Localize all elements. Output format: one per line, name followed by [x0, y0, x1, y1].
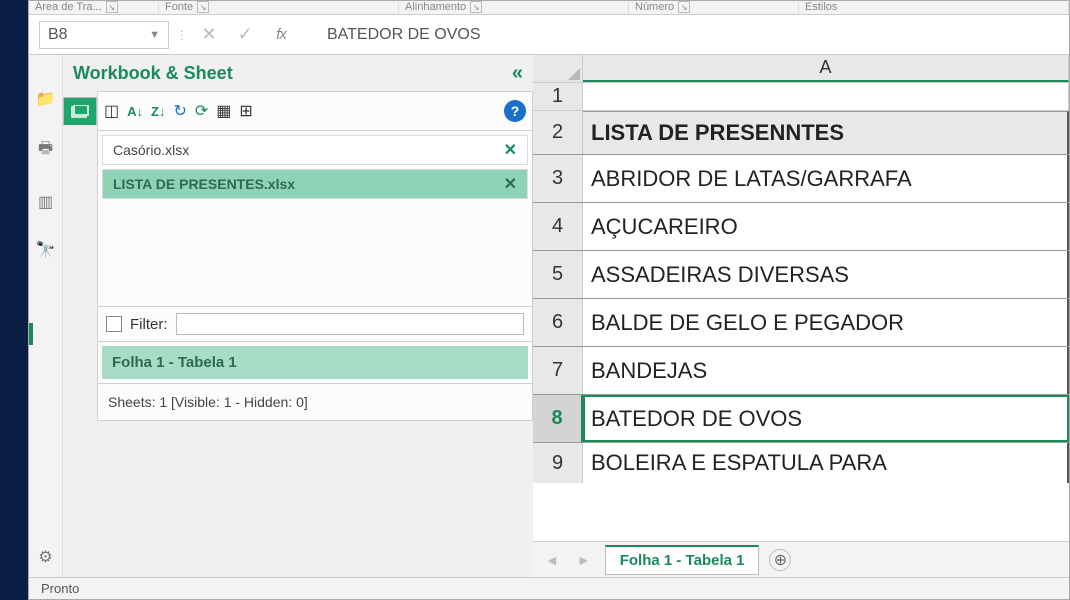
- reload-icon[interactable]: ⟳: [195, 101, 208, 121]
- ribbon-group-font: Fonte↘: [159, 1, 399, 14]
- workbook-item-active[interactable]: LISTA DE PRESENTES.xlsx ✕: [102, 169, 528, 199]
- row-header[interactable]: 7: [533, 347, 583, 394]
- tab-nav-right-icon[interactable]: ►: [573, 552, 595, 568]
- ribbon-group-styles: Estilos: [799, 1, 1069, 14]
- ribbon-group-clipboard: Área de Tra...↘: [29, 1, 159, 14]
- sheet-stats: Sheets: 1 [Visible: 1 - Hidden: 0]: [97, 384, 533, 421]
- sheet-item-active[interactable]: Folha 1 - Tabela 1: [102, 346, 528, 379]
- ribbon-group-labels: Área de Tra...↘ Fonte↘ Alinhamento↘ Núme…: [29, 1, 1069, 15]
- collapse-panel-icon[interactable]: «: [512, 62, 523, 85]
- row-header[interactable]: 1: [533, 83, 583, 110]
- workbook-sheet-panel: Workbook & Sheet « ◫ A↓ Z↓ ↻ ⟳ ▦ ⊞ ?: [63, 55, 533, 577]
- status-bar: Pronto: [29, 577, 1069, 599]
- row-header[interactable]: 5: [533, 251, 583, 298]
- cell[interactable]: BOLEIRA E ESPATULA PARA: [583, 443, 1069, 483]
- table-row: 5 ASSADEIRAS DIVERSAS: [533, 251, 1069, 299]
- dialog-launcher-icon[interactable]: ↘: [106, 1, 118, 13]
- column-header-A[interactable]: A: [583, 55, 1069, 82]
- table-row: 1: [533, 83, 1069, 111]
- printer-icon[interactable]: 🖶: [38, 137, 53, 164]
- row-header[interactable]: 6: [533, 299, 583, 346]
- grid-plus-icon[interactable]: ⊞: [239, 101, 252, 121]
- workbook-list: Casório.xlsx ✕ LISTA DE PRESENTES.xlsx ✕: [97, 131, 533, 307]
- dialog-launcher-icon[interactable]: ↘: [197, 1, 209, 13]
- filter-checkbox[interactable]: [106, 316, 122, 332]
- row-header[interactable]: 4: [533, 203, 583, 250]
- tab-nav-left-icon[interactable]: ◄: [541, 552, 563, 568]
- panel-toolbar-row: ◫ A↓ Z↓ ↻ ⟳ ▦ ⊞ ?: [63, 91, 533, 131]
- cancel-formula-icon[interactable]: ✕: [195, 21, 223, 49]
- workbook-name: LISTA DE PRESENTES.xlsx: [113, 176, 295, 192]
- workbook-name: Casório.xlsx: [113, 142, 189, 158]
- filter-input[interactable]: [176, 313, 525, 335]
- formula-bar-value[interactable]: BATEDOR DE OVOS: [303, 26, 1059, 44]
- chevron-down-icon[interactable]: ▼: [149, 29, 160, 41]
- filter-row: Filter:: [97, 307, 533, 342]
- active-strip-marker: [29, 323, 33, 345]
- chart-edit-icon[interactable]: ◫: [104, 101, 119, 121]
- table-row-selected: 8 BATEDOR DE OVOS: [533, 395, 1069, 443]
- close-icon[interactable]: ✕: [504, 174, 517, 194]
- cell[interactable]: ABRIDOR DE LATAS/GARRAFA: [583, 155, 1069, 202]
- sort-za-icon[interactable]: Z↓: [151, 104, 165, 119]
- left-icon-strip: 📁 🖶 ▥ 🔭 ⚙: [29, 55, 63, 577]
- grip-dots-icon: ⋮: [177, 33, 187, 37]
- name-box-ref: B8: [48, 26, 68, 44]
- cell-active[interactable]: BATEDOR DE OVOS: [583, 395, 1069, 442]
- name-box[interactable]: B8 ▼: [39, 21, 169, 49]
- select-all-cell[interactable]: [533, 55, 583, 82]
- ribbon-group-alignment: Alinhamento↘: [399, 1, 629, 14]
- cell[interactable]: BALDE DE GELO E PEGADOR: [583, 299, 1069, 346]
- table-row: 6 BALDE DE GELO E PEGADOR: [533, 299, 1069, 347]
- spreadsheet-grid: A 1 2 LISTA DE PRESENNTES 3 ABRIDOR DE L…: [533, 55, 1069, 577]
- panel-active-tab[interactable]: [63, 97, 97, 125]
- panel-title: Workbook & Sheet: [73, 63, 233, 84]
- cell[interactable]: ASSADEIRAS DIVERSAS: [583, 251, 1069, 298]
- sheet-list: Folha 1 - Tabela 1: [97, 342, 533, 384]
- table-row: 7 BANDEJAS: [533, 347, 1069, 395]
- row-header[interactable]: 2: [533, 111, 583, 154]
- add-sheet-icon[interactable]: ⊕: [769, 549, 791, 571]
- ribbon-group-number: Número↘: [629, 1, 799, 14]
- row-header[interactable]: 9: [533, 443, 583, 483]
- gear-icon[interactable]: ⚙: [38, 547, 52, 567]
- cell[interactable]: BANDEJAS: [583, 347, 1069, 394]
- refresh-icon[interactable]: ↻: [173, 101, 186, 121]
- filter-label: Filter:: [130, 316, 168, 333]
- rows-area: 1 2 LISTA DE PRESENNTES 3 ABRIDOR DE LAT…: [533, 83, 1069, 577]
- folder-icon[interactable]: 📁: [36, 89, 56, 109]
- help-icon[interactable]: ?: [504, 100, 526, 122]
- table-row: 2 LISTA DE PRESENNTES: [533, 111, 1069, 155]
- main-area: 📁 🖶 ▥ 🔭 ⚙ Workbook & Sheet « ◫ A↓ Z↓ ↻: [29, 55, 1069, 577]
- sheet-tab-bar: ◄ ► Folha 1 - Tabela 1 ⊕: [533, 541, 1069, 577]
- panel-title-bar: Workbook & Sheet «: [63, 55, 533, 91]
- panel-toolbar: ◫ A↓ Z↓ ↻ ⟳ ▦ ⊞ ?: [97, 91, 533, 131]
- table-row: 9 BOLEIRA E ESPATULA PARA: [533, 443, 1069, 483]
- cell[interactable]: AÇUCAREIRO: [583, 203, 1069, 250]
- sheet-tab-active[interactable]: Folha 1 - Tabela 1: [605, 545, 760, 575]
- app-window: Área de Tra...↘ Fonte↘ Alinhamento↘ Núme…: [28, 0, 1070, 600]
- row-header[interactable]: 3: [533, 155, 583, 202]
- fx-icon[interactable]: fx: [267, 21, 295, 49]
- grid-settings-icon[interactable]: ▦: [216, 101, 231, 121]
- workbook-item[interactable]: Casório.xlsx ✕: [102, 135, 528, 165]
- dialog-launcher-icon[interactable]: ↘: [678, 1, 690, 13]
- table-row: 3 ABRIDOR DE LATAS/GARRAFA: [533, 155, 1069, 203]
- cell[interactable]: [583, 83, 1069, 110]
- accept-formula-icon[interactable]: ✓: [231, 21, 259, 49]
- status-text: Pronto: [41, 581, 79, 596]
- table-row: 4 AÇUCAREIRO: [533, 203, 1069, 251]
- row-header[interactable]: 8: [533, 395, 583, 442]
- close-icon[interactable]: ✕: [504, 140, 517, 160]
- column-header-row: A: [533, 55, 1069, 83]
- barcode-icon[interactable]: ▥: [38, 192, 53, 212]
- sort-az-icon[interactable]: A↓: [127, 104, 143, 119]
- formula-bar-row: B8 ▼ ⋮ ✕ ✓ fx BATEDOR DE OVOS: [29, 15, 1069, 55]
- dialog-launcher-icon[interactable]: ↘: [470, 1, 482, 13]
- binoculars-icon[interactable]: 🔭: [36, 240, 56, 260]
- cell-header[interactable]: LISTA DE PRESENNTES: [583, 111, 1069, 154]
